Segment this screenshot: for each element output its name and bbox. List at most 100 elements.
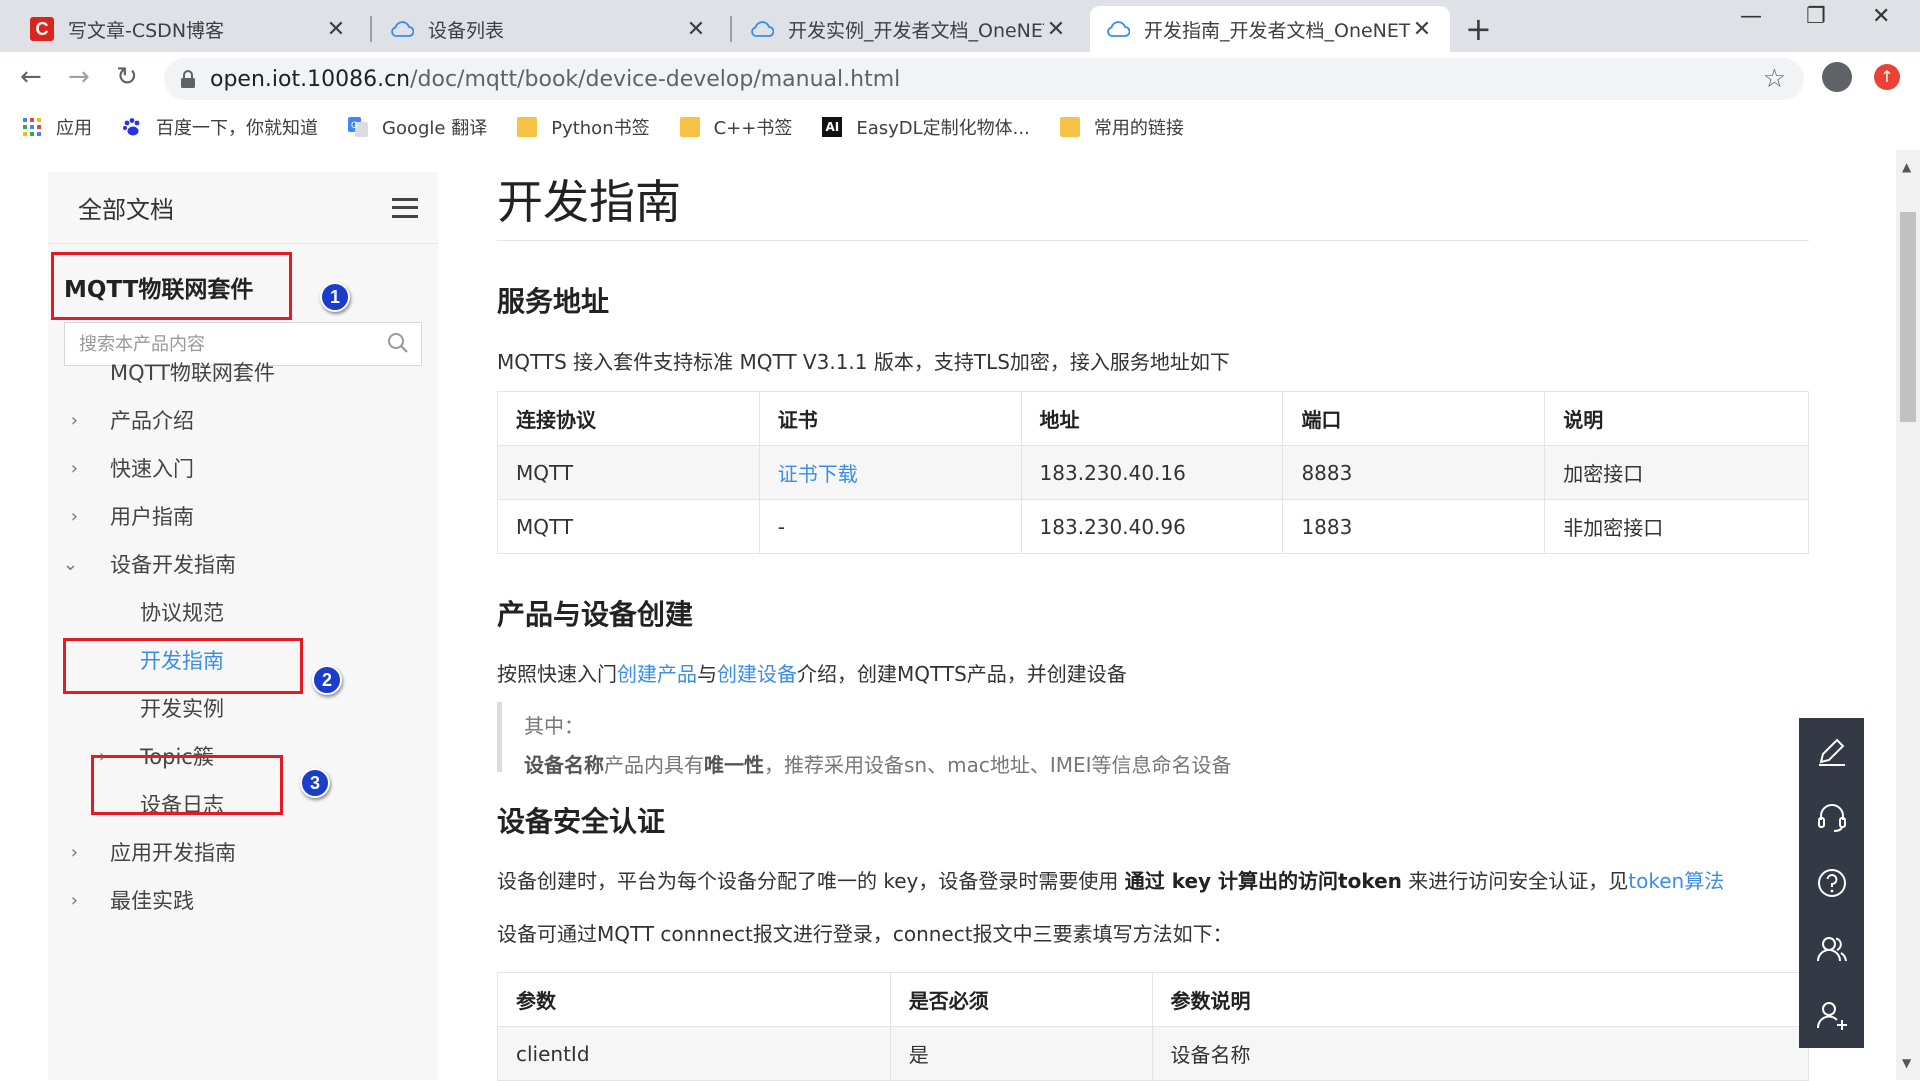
headset-icon[interactable] (1799, 784, 1864, 850)
text-fragment: ，推荐采用设备sn、mac地址、IMEI等信息命名设备 (764, 753, 1232, 777)
table-row: clientId 是 设备名称 (497, 1026, 1810, 1081)
chevron-down-icon: ⌄ (62, 553, 78, 575)
edit-icon[interactable] (1799, 718, 1864, 784)
page-scrollbar[interactable]: ▲ ▼ (1896, 150, 1920, 1080)
sidebar-item-label: 协议规范 (140, 601, 224, 625)
folder-icon (679, 117, 700, 137)
table-header-cell: 是否必须 (889, 972, 1153, 1027)
table-header-cell: 参数说明 (1151, 972, 1810, 1027)
table-header-row: 连接协议 证书 地址 端口 说明 (497, 391, 1809, 446)
bookmark-folder-cpp[interactable]: C++书签 (679, 114, 793, 140)
sidebar-title: 全部文档 (78, 196, 174, 224)
baidu-paw-icon (122, 117, 142, 137)
close-icon[interactable]: ✕ (1044, 17, 1068, 42)
annotation-box-1 (51, 252, 292, 320)
community-icon[interactable] (1799, 916, 1864, 982)
sidebar-header: 全部文档 (48, 172, 438, 244)
chevron-right-icon: › (70, 457, 78, 479)
minimize-button[interactable]: — (1740, 4, 1762, 29)
sidebar-item-label: 最佳实践 (110, 889, 194, 913)
lock-icon (181, 70, 195, 88)
scroll-down-arrow-icon[interactable]: ▼ (1902, 1056, 1911, 1070)
connect-text: 设备可通过MQTT connnect报文进行登录，connect报文中三要素填写… (497, 922, 1233, 946)
bookmark-folder-python[interactable]: Python书签 (517, 114, 650, 140)
sidebar-item-label: 产品介绍 (110, 409, 194, 433)
forward-button[interactable]: → (68, 62, 90, 92)
table-header-cell: 端口 (1282, 391, 1546, 446)
address-bar-row: ← → ↻ open.iot.10086.cn/doc/mqtt/book/de… (0, 52, 1920, 104)
table-row: MQTT 证书下载 183.230.40.16 8883 加密接口 (497, 445, 1809, 500)
tab-title: 写文章-CSDN博客 (68, 19, 225, 42)
apps-grid-icon (22, 117, 42, 137)
bookmark-label: C++书签 (713, 118, 793, 139)
help-icon[interactable] (1799, 850, 1864, 916)
sidebar-item-label: 开发实例 (140, 697, 224, 721)
text-fragment: 来进行访问安全认证，见 (1401, 869, 1629, 893)
sidebar-item-user-guide[interactable]: › 用户指南 (48, 492, 438, 540)
tab-device-list[interactable]: 设备列表 ✕ (374, 6, 724, 52)
annotation-badge-1: 1 (320, 282, 350, 312)
text-fragment: 介绍，创建MQTTS产品，并创建设备 (797, 662, 1127, 686)
section-heading-security: 设备安全认证 (497, 805, 666, 838)
cert-download-link[interactable]: 证书下载 (778, 462, 858, 486)
sidebar-item-quickstart[interactable]: › 快速入门 (48, 444, 438, 492)
table-cell: clientId (497, 1026, 891, 1081)
url-field[interactable]: open.iot.10086.cn/doc/mqtt/book/device-d… (164, 58, 1804, 100)
sidebar-item-product-intro[interactable]: › 产品介绍 (48, 396, 438, 444)
note-bold: 设备名称 (524, 753, 604, 777)
table-cell: 设备名称 (1151, 1026, 1810, 1081)
tab-dev-examples[interactable]: 开发实例_开发者文档_OneNET ✕ (734, 6, 1084, 52)
scroll-up-arrow-icon[interactable]: ▲ (1902, 160, 1911, 174)
bookmark-label: 常用的链接 (1093, 118, 1184, 139)
sidebar-item-label: 用户指南 (110, 505, 194, 529)
sidebar-item-protocol-spec[interactable]: 协议规范 (48, 588, 438, 636)
user-add-icon[interactable] (1799, 982, 1864, 1048)
bookmark-baidu[interactable]: 百度一下，你就知道 (122, 114, 318, 140)
bookmark-easydl[interactable]: AI EasyDL定制化物体... (822, 114, 1030, 140)
title-divider (497, 240, 1809, 241)
create-device-link[interactable]: 创建设备 (717, 662, 797, 686)
ai-icon: AI (822, 117, 843, 137)
scroll-thumb[interactable] (1900, 212, 1916, 422)
sidebar-item-label: 快速入门 (110, 457, 194, 481)
close-icon[interactable]: ✕ (324, 17, 348, 42)
tab-dev-guide[interactable]: 开发指南_开发者文档_OneNET ✕ (1090, 6, 1450, 52)
account-avatar-icon[interactable] (1822, 62, 1852, 92)
tab-csdn[interactable]: C 写文章-CSDN博客 ✕ (14, 6, 364, 52)
csdn-logo-icon: C (30, 17, 54, 41)
reload-button[interactable]: ↻ (116, 62, 138, 92)
menu-icon[interactable] (392, 197, 418, 218)
bookmark-google-translate[interactable]: G Google 翻译 (348, 114, 487, 140)
floating-toolbar (1799, 718, 1864, 1048)
tab-title: 设备列表 (428, 19, 505, 42)
bookmark-folder-links[interactable]: 常用的链接 (1059, 114, 1184, 140)
chevron-right-icon: › (70, 841, 78, 863)
bookmark-star-icon[interactable]: ☆ (1763, 64, 1786, 94)
maximize-button[interactable]: ❐ (1806, 4, 1826, 29)
token-algorithm-link[interactable]: token算法 (1628, 869, 1724, 893)
close-icon[interactable]: ✕ (684, 17, 708, 42)
sidebar-item-label: 应用开发指南 (110, 841, 236, 865)
text-fragment: 按照快速入门 (497, 662, 617, 686)
back-button[interactable]: ← (20, 62, 42, 92)
folder-icon (517, 117, 538, 137)
sidebar-item-best-practice[interactable]: › 最佳实践 (48, 876, 438, 924)
sidebar-item-device-dev-guide[interactable]: ⌄ 设备开发指南 (48, 540, 438, 588)
create-product-link[interactable]: 创建产品 (617, 662, 697, 686)
bookmark-apps[interactable]: 应用 (22, 114, 92, 140)
bookmark-label: Google 翻译 (382, 118, 488, 139)
table-cell: - (758, 499, 1022, 554)
new-tab-button[interactable]: + (1465, 10, 1492, 48)
table-cell: 是 (889, 1026, 1153, 1081)
close-icon[interactable]: ✕ (1410, 17, 1434, 42)
text-fragment: 与 (697, 662, 717, 686)
google-translate-icon: G (348, 117, 368, 137)
sidebar-item-mqtt-suite[interactable]: MQTT物联网套件 (48, 348, 438, 396)
update-icon[interactable]: ↑ (1874, 64, 1900, 90)
window-close-button[interactable]: ✕ (1872, 4, 1890, 29)
bookmark-label: 应用 (56, 118, 92, 139)
service-intro-text: MQTTS 接入套件支持标准 MQTT V3.1.1 版本，支持TLS加密，接入… (497, 350, 1230, 374)
sidebar-item-app-dev-guide[interactable]: › 应用开发指南 (48, 828, 438, 876)
annotation-badge-2: 2 (312, 665, 342, 695)
folder-icon (1059, 117, 1080, 137)
